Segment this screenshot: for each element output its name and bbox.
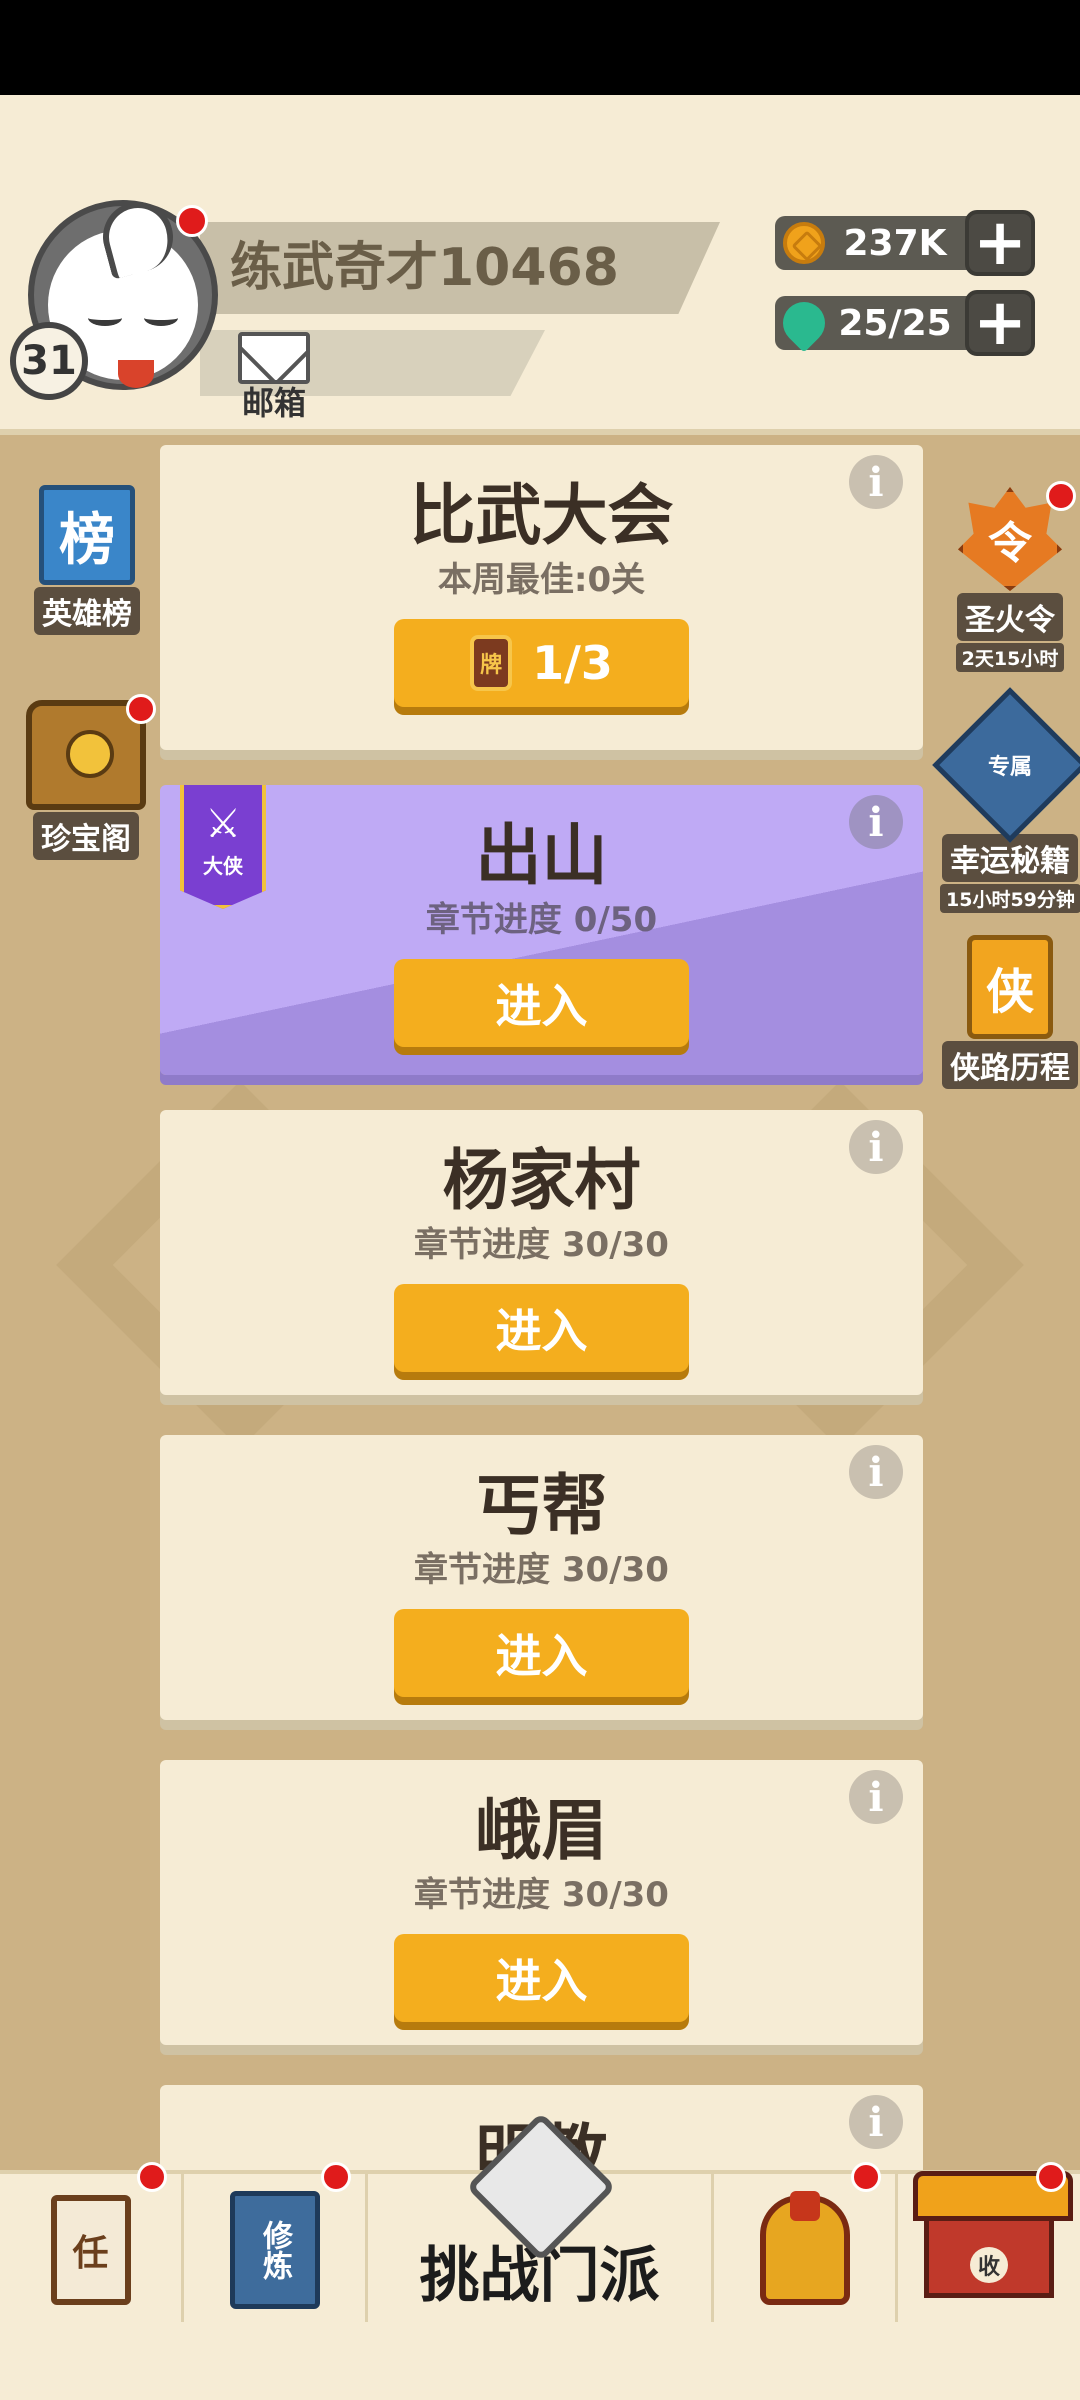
notification-dot <box>126 694 156 724</box>
sacred-fire-timer: 2天15小时 <box>955 643 1065 672</box>
training-book-icon: 修炼 <box>229 2191 320 2309</box>
bottom-nav: 任 修炼 挑战门派 收 <box>0 2112 1080 2326</box>
treasure-pavilion-button[interactable]: 珍宝阁 <box>16 694 156 860</box>
chapter-card[interactable]: i 杨家村 章节进度 30/30 进入 <box>160 1110 923 1395</box>
chapter-card[interactable]: ⚔ 大侠 i 出山 章节进度 0/50 进入 <box>160 785 923 1075</box>
avatar-eyes <box>88 310 178 330</box>
notification-dot <box>137 2162 167 2192</box>
info-icon[interactable]: i <box>849 1770 903 1824</box>
card-subtitle: 章节进度 30/30 <box>414 1225 669 1265</box>
sacred-fire-button[interactable]: 令 圣火令 2天15小时 <box>940 481 1080 672</box>
enter-button[interactable]: 进入 <box>394 1934 689 2022</box>
enter-button[interactable]: 进入 <box>394 959 689 1047</box>
add-stamina-button[interactable]: + <box>965 290 1035 356</box>
notification-dot <box>321 2162 351 2192</box>
status-bar <box>0 0 1080 95</box>
lucky-secret-book-timer: 15小时59分钟 <box>940 884 1080 913</box>
avatar-notification-dot <box>176 205 208 237</box>
crossed-swords-icon: ⚔ <box>205 801 241 847</box>
attempts-count: 1/3 <box>532 636 613 690</box>
enter-button[interactable]: 进入 <box>394 1609 689 1697</box>
avatar-beak <box>118 360 154 388</box>
card-subtitle: 本周最佳:0关 <box>437 560 646 600</box>
card-title: 丐帮 <box>475 1467 608 1544</box>
treasure-pavilion-label: 珍宝阁 <box>33 812 139 860</box>
chapter-card[interactable]: i 峨眉 章节进度 30/30 进入 <box>160 1760 923 2045</box>
secret-book-icon-text: 专属 <box>987 754 1033 780</box>
notification-dot <box>1036 2162 1066 2192</box>
level-badge: 31 <box>10 322 88 400</box>
nav-challenge-sect[interactable]: 挑战门派 <box>368 2112 714 2326</box>
sacred-fire-icon: 令 <box>958 487 1062 591</box>
task-scroll-icon: 任 <box>50 2195 131 2305</box>
rank-banner-icon: 榜 <box>39 485 135 585</box>
mail-label[interactable]: 邮箱 <box>232 378 316 424</box>
ticket-icon: 牌 <box>470 635 513 691</box>
nav-collection[interactable]: 收 <box>898 2162 1080 2326</box>
secret-book-icon: 专属 <box>932 687 1080 843</box>
building-icon: 收 <box>913 2171 1073 2298</box>
chapter-card[interactable]: i 丐帮 章节进度 30/30 进入 <box>160 1435 923 1720</box>
coins-bar: 237K + <box>775 210 1035 276</box>
player-name[interactable]: 练武奇才10468 <box>230 228 619 308</box>
add-coins-button[interactable]: + <box>965 210 1035 276</box>
notification-dot <box>851 2162 881 2192</box>
card-subtitle: 章节进度 30/30 <box>414 1875 669 1915</box>
enter-button[interactable]: 进入 <box>394 1284 689 1372</box>
info-icon[interactable]: i <box>849 1445 903 1499</box>
nav-tasks[interactable]: 任 <box>0 2162 184 2326</box>
helmet-icon <box>759 2191 850 2305</box>
journey-label: 侠路历程 <box>942 1041 1078 1089</box>
nav-equipment[interactable] <box>714 2162 898 2326</box>
bottom-safe-area <box>0 2322 1080 2400</box>
card-title: 杨家村 <box>442 1142 641 1219</box>
hero-ranking-label: 英雄榜 <box>34 587 140 635</box>
coin-icon <box>783 222 825 264</box>
info-icon[interactable]: i <box>849 1120 903 1174</box>
tournament-attempts-button[interactable]: 牌 1/3 <box>394 619 689 707</box>
nav-training[interactable]: 修炼 <box>184 2162 368 2326</box>
mail-icon[interactable] <box>238 332 310 384</box>
tournament-card[interactable]: i 比武大会 本周最佳:0关 牌 1/3 <box>160 445 923 750</box>
hero-badge-label: 大侠 <box>203 854 243 878</box>
building-icon-text: 收 <box>969 2247 1008 2283</box>
sacred-fire-label: 圣火令 <box>957 593 1063 641</box>
info-icon[interactable]: i <box>849 795 903 849</box>
info-icon[interactable]: i <box>849 2095 903 2149</box>
hero-ranking-button[interactable]: 榜 英雄榜 <box>22 485 152 635</box>
journey-button[interactable]: 侠 侠路历程 <box>940 935 1080 1089</box>
card-title: 峨眉 <box>475 1792 608 1869</box>
card-subtitle: 章节进度 0/50 <box>425 900 658 940</box>
stamina-bar: 25/25 + <box>774 290 1035 356</box>
journey-icon: 侠 <box>967 935 1053 1039</box>
stage-list-area[interactable]: 榜 英雄榜 珍宝阁 令 圣火令 2天15小时 专属 幸运秘籍 15小时59分钟 … <box>0 435 1080 2170</box>
card-title: 比武大会 <box>409 477 674 554</box>
info-icon[interactable]: i <box>849 455 903 509</box>
hero-badge: ⚔ 大侠 <box>180 785 266 909</box>
card-title: 出山 <box>475 817 608 894</box>
lucky-secret-book-button[interactable]: 专属 幸运秘籍 15小时59分钟 <box>932 687 1080 913</box>
card-subtitle: 章节进度 30/30 <box>414 1550 669 1590</box>
notification-dot <box>1046 481 1076 511</box>
